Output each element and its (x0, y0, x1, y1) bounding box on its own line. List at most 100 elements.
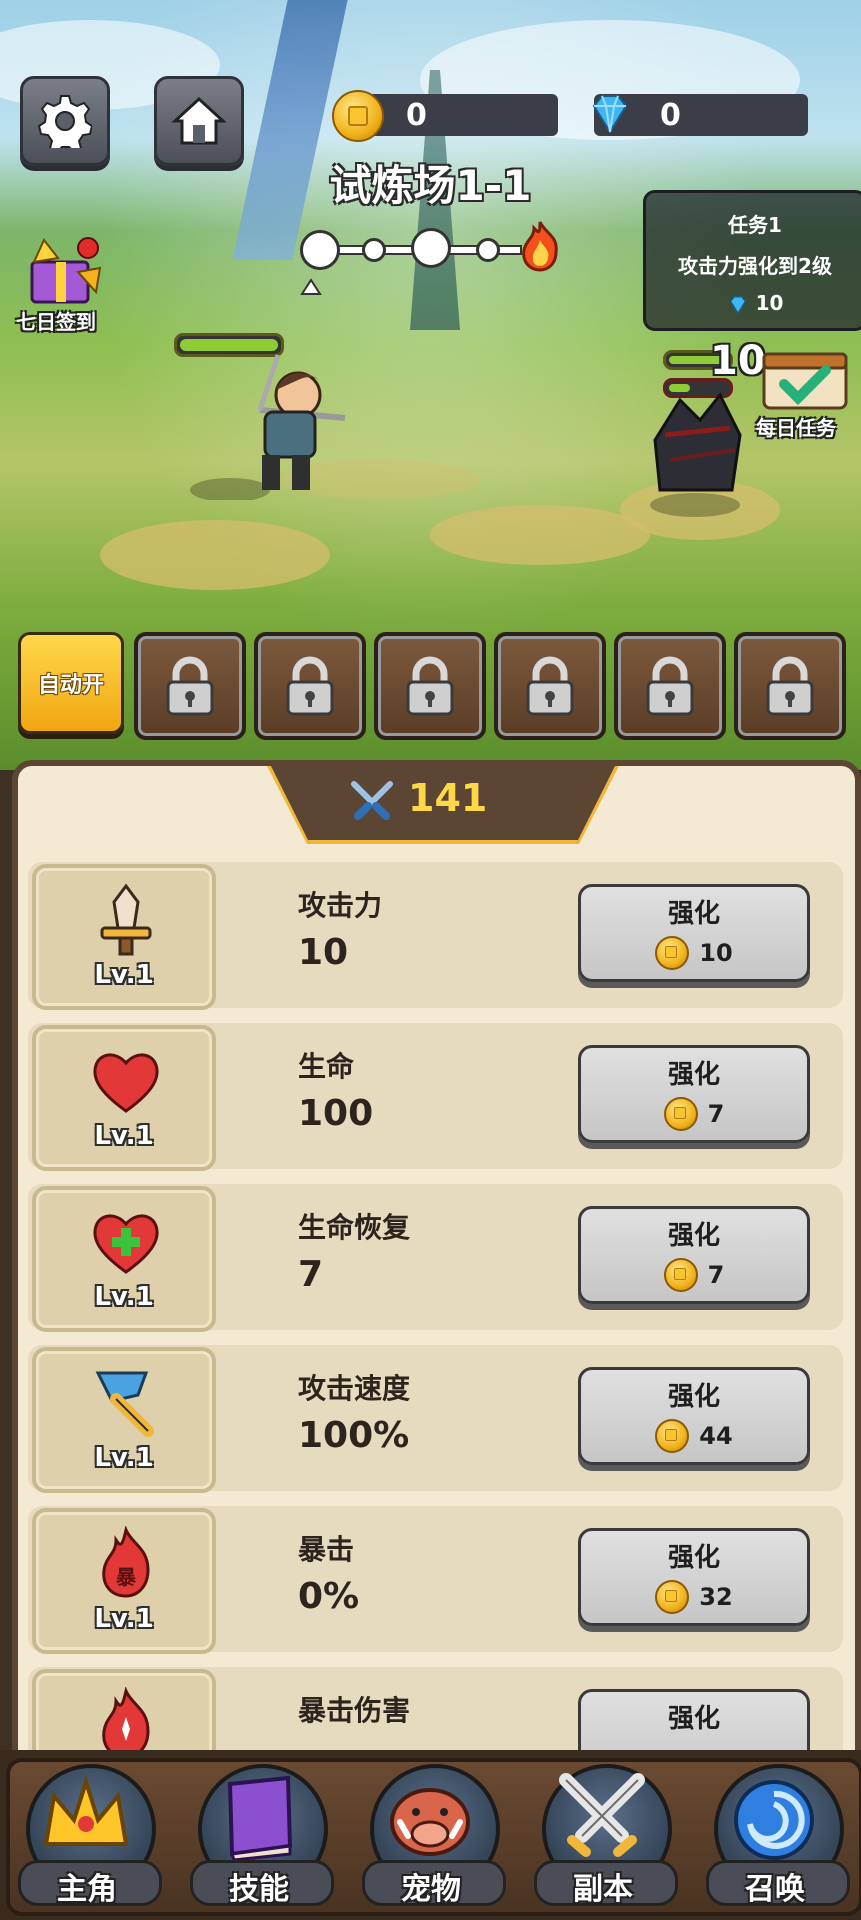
crossed-swords-icon (559, 1773, 645, 1857)
auto-battle-toggle[interactable]: 自动开 (18, 632, 124, 734)
background-crystal (232, 0, 348, 260)
daily-tasks-label: 每日任务 (756, 416, 836, 440)
portal-icon (734, 1780, 814, 1860)
upgrade-label: 强化 (667, 1704, 720, 1734)
stat-value: 10 (298, 932, 349, 973)
sword-icon (100, 883, 152, 956)
upgrade-label: 强化 (667, 899, 720, 929)
stat-value: 7 (298, 1254, 324, 1295)
quest-description: 攻击力强化到2级 (678, 254, 832, 278)
stage-node-current (300, 230, 340, 270)
quest-reward-amount: 10 (755, 291, 784, 315)
gift-box-icon (30, 237, 102, 304)
upgrade-attack-button[interactable]: 强化 10 (578, 884, 810, 982)
padlock-icon (286, 656, 334, 716)
stat-name: 暴击 (298, 1533, 355, 1566)
quest-reward: 10 (646, 291, 861, 316)
gold-coin-icon (655, 1580, 690, 1614)
stat-level: Lv.1 (94, 1282, 154, 1312)
locked-skill-slot[interactable] (374, 632, 486, 740)
diamond-counter: 0 (592, 94, 808, 136)
upgrade-cost-amount: 7 (707, 1261, 725, 1289)
crit-flame-icon: 暴 (102, 1526, 150, 1598)
upgrade-cost: 10 (581, 936, 807, 970)
upgrade-panel: 141 Lv.1 攻击力 10 强化 10 Lv.1 生命 100 强化 7 L… (12, 760, 861, 1772)
stat-name: 生命 (298, 1050, 355, 1083)
gold-amount: 0 (406, 98, 427, 133)
gold-coin-icon (655, 936, 690, 970)
stat-level: Lv.1 (94, 1604, 154, 1634)
upgrade-hp-button[interactable]: 强化 7 (578, 1045, 810, 1143)
nav-label: 召唤 (745, 1872, 805, 1907)
enemy-monster (650, 392, 742, 517)
upgrade-cost-amount: 44 (699, 1422, 733, 1450)
upgrade-hp-regen-button[interactable]: 强化 7 (578, 1206, 810, 1304)
quest-title: 任务1 (728, 213, 782, 237)
stat-name: 生命恢复 (298, 1211, 411, 1244)
seven-day-checkin-label: 七日签到 (16, 310, 96, 334)
upgrade-attack-speed-button[interactable]: 强化 44 (578, 1367, 810, 1465)
stat-level: Lv.1 (94, 960, 154, 990)
locked-skill-slot[interactable] (254, 632, 366, 740)
gold-coin-icon (655, 1419, 690, 1453)
heart-icon (93, 1053, 159, 1113)
upgrade-cost: 7 (581, 1097, 807, 1131)
upgrade-label: 强化 (667, 1221, 720, 1251)
stat-icon-box: 暴 Lv.1 (32, 1508, 216, 1654)
diamond-icon (729, 295, 746, 315)
nav-label: 宠物 (401, 1872, 461, 1907)
nav-dungeon[interactable]: 副本 (530, 1764, 678, 1914)
nav-summon[interactable]: 召唤 (702, 1764, 850, 1914)
stage-node (411, 228, 451, 268)
gold-coin-icon (663, 1258, 698, 1292)
hero-character (190, 354, 346, 500)
stat-icon-box: Lv.1 (32, 1025, 216, 1171)
padlock-icon (406, 656, 454, 716)
current-stage-marker-icon (300, 278, 322, 295)
nav-hero[interactable]: 主角 (14, 1764, 162, 1914)
upgrade-cost: 44 (581, 1419, 807, 1453)
crossed-swords-icon (351, 781, 393, 820)
padlock-icon (766, 656, 814, 716)
locked-skill-slot[interactable] (494, 632, 606, 740)
seven-day-checkin-button[interactable]: 七日签到 (14, 232, 114, 334)
daily-tasks-button[interactable]: 每日任务 (750, 350, 860, 450)
locked-skill-slot[interactable] (614, 632, 726, 740)
clipboard-check-icon (762, 352, 848, 410)
stat-row-hp: Lv.1 生命 100 强化 7 (28, 1023, 843, 1171)
nav-label: 技能 (229, 1872, 289, 1907)
stat-row-hp-regen: Lv.1 生命恢复 7 强化 7 (28, 1184, 843, 1332)
boar-icon (390, 1788, 470, 1856)
locked-skill-slot[interactable] (134, 632, 246, 740)
stage-node (362, 238, 386, 262)
quest-tracker[interactable]: 任务1 攻击力强化到2级 10 (643, 190, 861, 331)
home-icon (171, 96, 227, 145)
upgrade-label: 强化 (667, 1382, 720, 1412)
upgrade-label: 强化 (667, 1060, 720, 1090)
crown-icon (43, 1775, 129, 1846)
boss-flame-icon (522, 221, 558, 272)
gold-coin-icon (663, 1097, 698, 1131)
upgrade-label: 强化 (667, 1543, 720, 1573)
stat-value: 0% (298, 1576, 360, 1617)
stat-icon-box: Lv.1 (32, 1347, 216, 1493)
stat-row-crit: 暴 Lv.1 暴击 0% 强化 32 (28, 1506, 843, 1654)
nav-skills[interactable]: 技能 (186, 1764, 334, 1914)
padlock-icon (526, 656, 574, 716)
ground-patch (430, 505, 650, 565)
upgrade-cost-amount: 7 (707, 1100, 725, 1128)
stat-name: 暴击伤害 (298, 1694, 411, 1727)
upgrade-cost-amount: 10 (699, 939, 733, 967)
upgrade-cost-amount: 32 (699, 1583, 733, 1611)
stat-name: 攻击力 (298, 889, 383, 922)
nav-pets[interactable]: 宠物 (358, 1764, 506, 1914)
nav-label: 副本 (573, 1872, 633, 1907)
skill-bar: 自动开 (18, 630, 846, 740)
upgrade-crit-button[interactable]: 强化 32 (578, 1528, 810, 1626)
padlock-icon (166, 656, 214, 716)
combat-power-value: 141 (408, 776, 488, 820)
heart-plus-icon (93, 1214, 159, 1274)
upgrade-cost: 7 (581, 1258, 807, 1292)
stat-value: 100% (298, 1415, 410, 1456)
locked-skill-slot[interactable] (734, 632, 846, 740)
